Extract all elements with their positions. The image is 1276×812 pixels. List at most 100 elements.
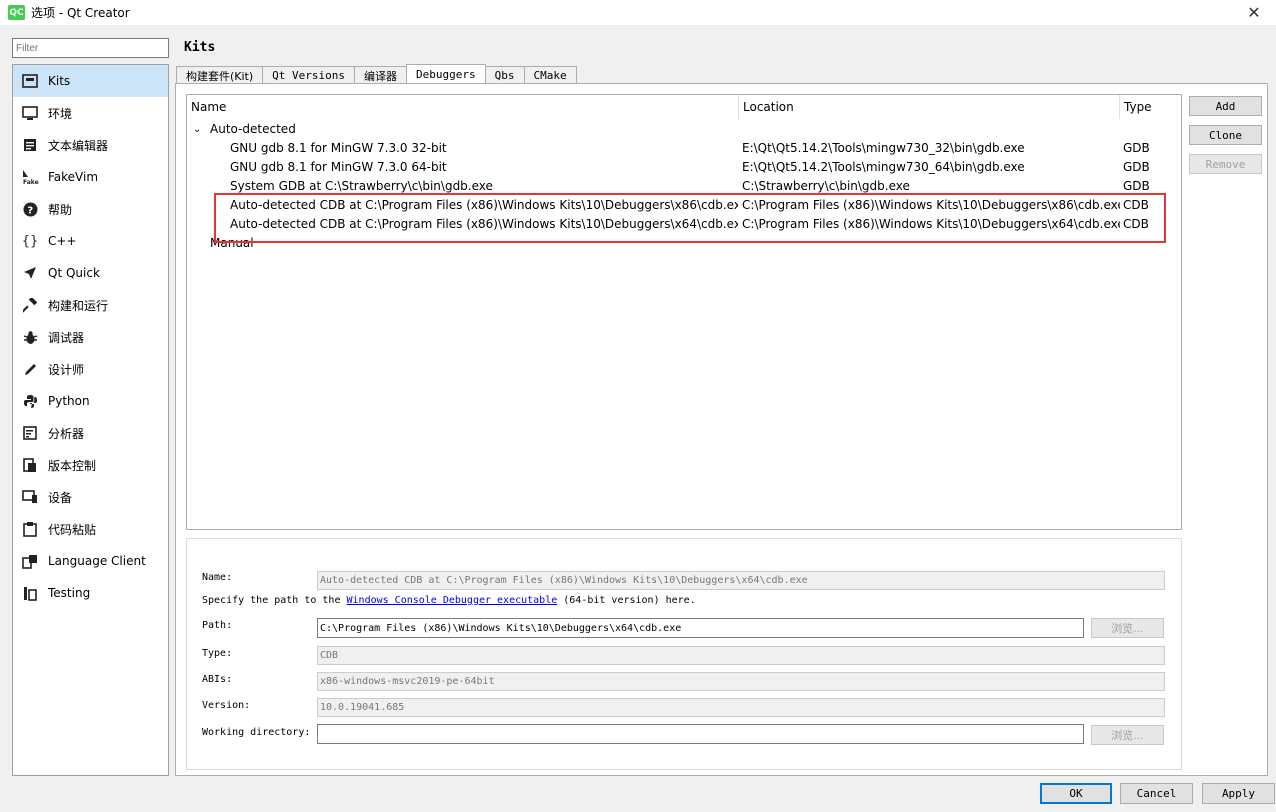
paste-icon xyxy=(21,520,39,538)
clone-button[interactable]: Clone xyxy=(1189,125,1262,145)
group-label: Manual xyxy=(210,236,254,250)
type-label: Type: xyxy=(202,648,233,659)
sidebar-item-label: Language Client xyxy=(48,554,146,568)
sidebar-item-python[interactable]: Python xyxy=(13,385,168,417)
sidebar-item-label: 调试器 xyxy=(48,330,85,345)
language-client-icon xyxy=(21,552,39,570)
kits-icon xyxy=(21,72,39,90)
sidebar-item-build-run[interactable]: 构建和运行 xyxy=(13,289,168,321)
text-editor-icon xyxy=(21,136,39,154)
version-label: Version: xyxy=(202,700,251,711)
working-directory-input[interactable] xyxy=(317,724,1084,744)
name-field[interactable]: Auto-detected CDB at C:\Program Files (x… xyxy=(317,571,1165,590)
browse-workdir-button[interactable]: 浏览... xyxy=(1091,725,1164,745)
sidebar-item-fakevim[interactable]: Fake FakeVim xyxy=(13,161,168,193)
qt-quick-icon xyxy=(21,264,39,282)
abis-row: ABIs: xyxy=(202,674,232,685)
page-title: Kits xyxy=(184,40,216,55)
sidebar-item-debugger[interactable]: 调试器 xyxy=(13,321,168,353)
hint-suffix: (64-bit version) here. xyxy=(563,595,696,606)
tab-compilers[interactable]: 编译器 xyxy=(354,66,408,84)
testing-icon xyxy=(21,584,39,602)
sidebar-item-devices[interactable]: 设备 xyxy=(13,481,168,513)
python-icon xyxy=(21,392,39,410)
debugger-location: E:\Qt\Qt5.14.2\Tools\mingw730_64\bin\gdb… xyxy=(742,160,1025,174)
sidebar-item-language-client[interactable]: Language Client xyxy=(13,545,168,577)
debugger-name: System GDB at C:\Strawberry\c\bin\gdb.ex… xyxy=(230,179,493,193)
tree-row[interactable]: GNU gdb 8.1 for MinGW 7.3.0 64-bit E:\Qt… xyxy=(187,158,1181,177)
debugger-name: GNU gdb 8.1 for MinGW 7.3.0 32-bit xyxy=(230,141,447,155)
debugger-name: Auto-detected CDB at C:\Program Files (x… xyxy=(230,198,738,212)
sidebar-item-label: 设计师 xyxy=(48,362,85,377)
debugger-type: CDB xyxy=(1123,217,1149,231)
debugger-location: C:\Program Files (x86)\Windows Kits\10\D… xyxy=(742,217,1120,231)
sidebar-item-label: Qt Quick xyxy=(48,266,100,280)
tree-group-auto-detected[interactable]: ⌄ Auto-detected xyxy=(187,120,1181,139)
working-directory-label: Working directory: xyxy=(202,727,311,738)
column-header-name[interactable]: Name xyxy=(187,95,739,119)
tree-row[interactable]: Auto-detected CDB at C:\Program Files (x… xyxy=(187,215,1181,234)
sidebar-item-environment[interactable]: 环境 xyxy=(13,97,168,129)
sidebar-item-text-editor[interactable]: 文本编辑器 xyxy=(13,129,168,161)
browse-path-button[interactable]: 浏览... xyxy=(1091,618,1164,638)
abis-label: ABIs: xyxy=(202,674,233,685)
type-field: CDB xyxy=(317,646,1165,665)
cdb-executable-link[interactable]: Windows Console Debugger executable xyxy=(347,595,558,606)
sidebar-item-analyzer[interactable]: 分析器 xyxy=(13,417,168,449)
tab-kits[interactable]: 构建套件(Kit) xyxy=(176,66,264,84)
tree-row[interactable]: System GDB at C:\Strawberry\c\bin\gdb.ex… xyxy=(187,177,1181,196)
workdir-row: Working directory: xyxy=(202,727,310,738)
debugger-action-buttons: Add Clone Remove xyxy=(1189,96,1262,183)
sidebar-item-label: 版本控制 xyxy=(48,458,97,473)
monitor-icon xyxy=(21,104,39,122)
tree-row[interactable]: GNU gdb 8.1 for MinGW 7.3.0 32-bit E:\Qt… xyxy=(187,139,1181,158)
debugger-name: GNU gdb 8.1 for MinGW 7.3.0 64-bit xyxy=(230,160,447,174)
sidebar-item-kits[interactable]: Kits xyxy=(13,65,168,97)
hammer-icon xyxy=(21,296,39,314)
sidebar-item-label: 帮助 xyxy=(48,202,73,217)
fakevim-icon: Fake xyxy=(21,168,39,186)
debugger-type: GDB xyxy=(1123,160,1150,174)
sidebar-item-help[interactable]: ? 帮助 xyxy=(13,193,168,225)
sidebar-item-cpp[interactable]: {} C++ xyxy=(13,225,168,257)
tab-bar: 构建套件(Kit) Qt Versions 编译器 Debuggers Qbs … xyxy=(176,64,577,84)
pen-icon xyxy=(21,360,39,378)
sidebar-item-testing[interactable]: Testing xyxy=(13,577,168,609)
qt-creator-app-icon: QC xyxy=(8,5,25,20)
path-input[interactable]: C:\Program Files (x86)\Windows Kits\10\D… xyxy=(317,618,1084,638)
debuggers-tree[interactable]: Name Location Type ⌄ Auto-detected GNU g… xyxy=(186,94,1182,530)
sidebar-item-version-control[interactable]: 版本控制 xyxy=(13,449,168,481)
tab-qbs[interactable]: Qbs xyxy=(484,66,525,84)
sidebar-item-designer[interactable]: 设计师 xyxy=(13,353,168,385)
remove-button[interactable]: Remove xyxy=(1189,154,1262,174)
tree-row[interactable]: Auto-detected CDB at C:\Program Files (x… xyxy=(187,196,1181,215)
filter-input[interactable] xyxy=(12,38,169,58)
sidebar-item-label: 设备 xyxy=(48,490,73,505)
bug-icon xyxy=(21,328,39,346)
version-field: 10.0.19041.685 xyxy=(317,698,1165,717)
version-control-icon xyxy=(21,456,39,474)
debugger-location: E:\Qt\Qt5.14.2\Tools\mingw730_32\bin\gdb… xyxy=(742,141,1025,155)
column-header-type[interactable]: Type xyxy=(1120,95,1182,119)
sidebar-item-label: FakeVim xyxy=(48,170,99,184)
apply-button[interactable]: Apply xyxy=(1202,783,1275,804)
title-bar: QC 选项 - Qt Creator ✕ xyxy=(0,0,1276,25)
tab-debuggers[interactable]: Debuggers xyxy=(406,64,486,84)
tree-group-manual[interactable]: Manual xyxy=(187,234,1181,253)
column-header-location[interactable]: Location xyxy=(739,95,1120,119)
cancel-button[interactable]: Cancel xyxy=(1120,783,1193,804)
sidebar-item-qt-quick[interactable]: Qt Quick xyxy=(13,257,168,289)
debugger-name: Auto-detected CDB at C:\Program Files (x… xyxy=(230,217,738,231)
tab-cmake[interactable]: CMake xyxy=(523,66,577,84)
ok-button[interactable]: OK xyxy=(1040,783,1112,804)
path-label: Path: xyxy=(202,620,233,631)
braces-icon: {} xyxy=(21,233,39,249)
debugger-type: CDB xyxy=(1123,198,1149,212)
add-button[interactable]: Add xyxy=(1189,96,1262,116)
analyzer-icon xyxy=(21,424,39,442)
abis-field: x86-windows-msvc2019-pe-64bit xyxy=(317,672,1165,691)
window-close-button[interactable]: ✕ xyxy=(1234,0,1274,25)
chevron-down-icon[interactable]: ⌄ xyxy=(193,120,201,139)
tab-qt-versions[interactable]: Qt Versions xyxy=(262,66,356,84)
sidebar-item-code-paste[interactable]: 代码粘贴 xyxy=(13,513,168,545)
